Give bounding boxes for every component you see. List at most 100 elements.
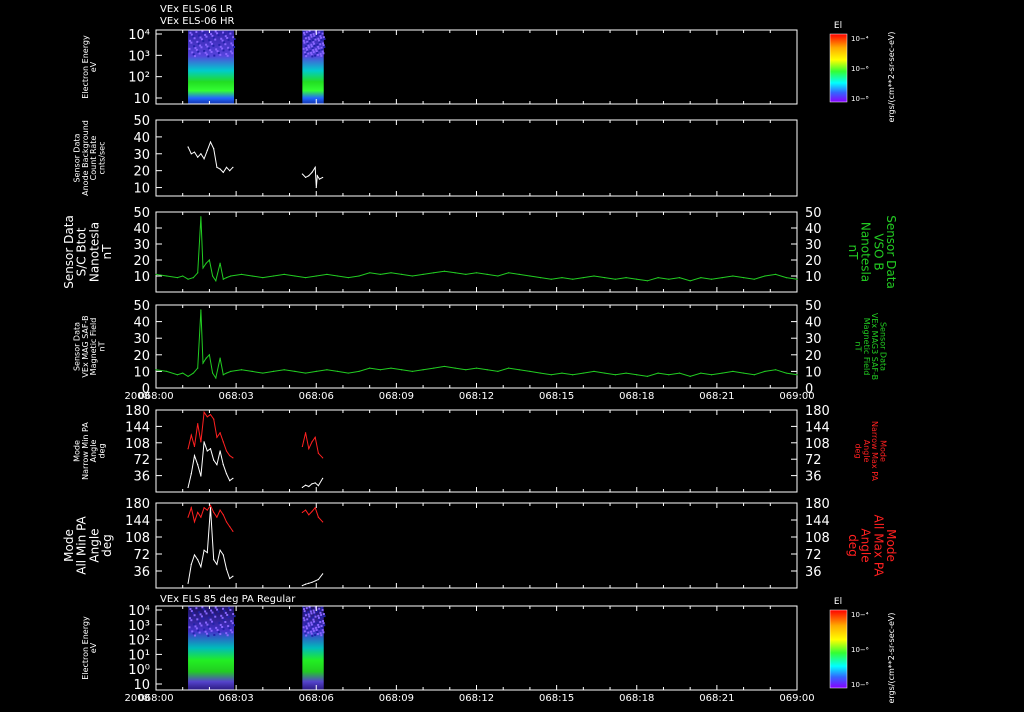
spectrogram-speckle (313, 42, 316, 45)
spectrogram-speckle (311, 625, 314, 628)
data-point (764, 370, 766, 372)
data-point (497, 275, 499, 277)
spectrogram-speckle (229, 50, 232, 53)
data-point (190, 473, 192, 475)
y-tick-label-right: 72 (805, 453, 822, 468)
spectrogram-speckle (200, 46, 203, 49)
spectrogram-speckle (322, 620, 325, 623)
spectrogram-speckle (320, 606, 323, 609)
spectrogram-speckle (221, 47, 224, 50)
spectrogram-speckle (225, 53, 228, 56)
data-point (215, 280, 217, 282)
series-line (301, 432, 324, 459)
data-point (317, 578, 319, 581)
y-axis-label-right: Sensor DataVEx MAG3 SAF-BMagnetic Fieldn… (853, 313, 887, 380)
spectrogram-speckle (217, 52, 220, 55)
data-point (301, 585, 303, 587)
spectrogram-speckle (207, 625, 210, 628)
y-tick-label: 10 (133, 92, 150, 107)
panel-frame (155, 502, 798, 589)
data-point (311, 510, 313, 513)
data-point (507, 367, 510, 369)
spectrogram-speckle (190, 41, 193, 44)
spectrogram-speckle (212, 36, 215, 39)
y-tick-label: 30 (133, 238, 150, 253)
data-point (316, 175, 318, 177)
data-point (304, 583, 307, 585)
spectrogram-speckle (303, 31, 306, 34)
y-tick-label: 20 (133, 165, 150, 180)
data-point (411, 275, 413, 277)
spectrogram-speckle (303, 41, 306, 44)
spectrogram-speckle (321, 627, 324, 630)
spectrogram-speckle (222, 607, 225, 610)
y-axis-label-right: ModeAll Max PAAngledeg (846, 515, 898, 578)
spectrogram-speckle (320, 54, 323, 57)
data-point (507, 272, 510, 274)
data-point (657, 372, 659, 374)
spectrogram-speckle (214, 38, 217, 41)
data-point (203, 507, 205, 509)
spectrogram-speckle (221, 616, 224, 619)
data-point (197, 511, 199, 514)
data-point (229, 170, 231, 172)
spectrogram-speckle (211, 620, 214, 623)
colorbar-label: 10−⁶ (851, 65, 869, 73)
data-point (193, 151, 196, 153)
data-point (337, 275, 339, 277)
y-tick-label: 50 (133, 299, 150, 314)
spectrogram-speckle (304, 612, 307, 615)
spectrogram-speckle (218, 43, 221, 46)
spectrogram-speckle (320, 36, 323, 39)
data-point (200, 475, 202, 477)
panel-frame (155, 605, 798, 691)
spectrogram-speckle (193, 37, 196, 40)
data-point (203, 158, 205, 160)
spectrogram-speckle (317, 47, 320, 50)
spectrogram-speckle (304, 45, 307, 48)
data-point (212, 372, 214, 374)
y-tick-label-right: 50 (805, 206, 822, 221)
spectrogram-speckle (303, 608, 306, 611)
data-point (710, 278, 713, 280)
spectrogram-speckle (217, 34, 220, 37)
data-point (315, 370, 317, 372)
data-point (216, 436, 218, 438)
spectrogram-speckle (229, 32, 232, 35)
data-point (625, 277, 627, 279)
y-tick-label: 50 (133, 206, 150, 221)
y-tick-label-right: 144 (805, 420, 830, 435)
data-point (443, 365, 446, 368)
data-point (646, 375, 649, 377)
y-tick-label: 30 (133, 332, 150, 347)
spectrogram-speckle (306, 618, 309, 621)
colorbar-unit: ergs/(cm**2-sr-sec-eV) (887, 31, 896, 122)
spectrogram-speckle (318, 41, 321, 44)
data-point (529, 275, 531, 277)
spectrogram-speckle (211, 34, 214, 37)
spectrogram-speckle (204, 51, 207, 54)
spectrogram-speckle (205, 53, 208, 56)
spectrogram-speckle (224, 35, 227, 38)
spectrogram-speckle (220, 614, 223, 617)
spectrogram-speckle (314, 38, 317, 41)
data-point (222, 514, 224, 516)
year-label: 2008 (125, 693, 150, 704)
data-point (337, 370, 339, 372)
spectrogram-speckle (205, 612, 208, 615)
spectrogram-speckle (308, 38, 311, 41)
data-point (322, 477, 324, 479)
spectrogram-speckle (310, 632, 313, 635)
data-point (308, 485, 310, 488)
spectrogram-speckle (211, 611, 214, 614)
data-point (785, 372, 787, 374)
data-point (700, 372, 702, 374)
spectrogram-speckle (304, 614, 307, 617)
spectrogram-block (188, 606, 234, 690)
data-point (454, 367, 456, 369)
spectrogram-speckle (216, 628, 219, 631)
header-line2: VEx ELS-06 HR (160, 16, 235, 27)
spectrogram-speckle (195, 48, 198, 51)
spectrogram-speckle (222, 31, 225, 34)
spectrogram-speckle (314, 48, 317, 51)
